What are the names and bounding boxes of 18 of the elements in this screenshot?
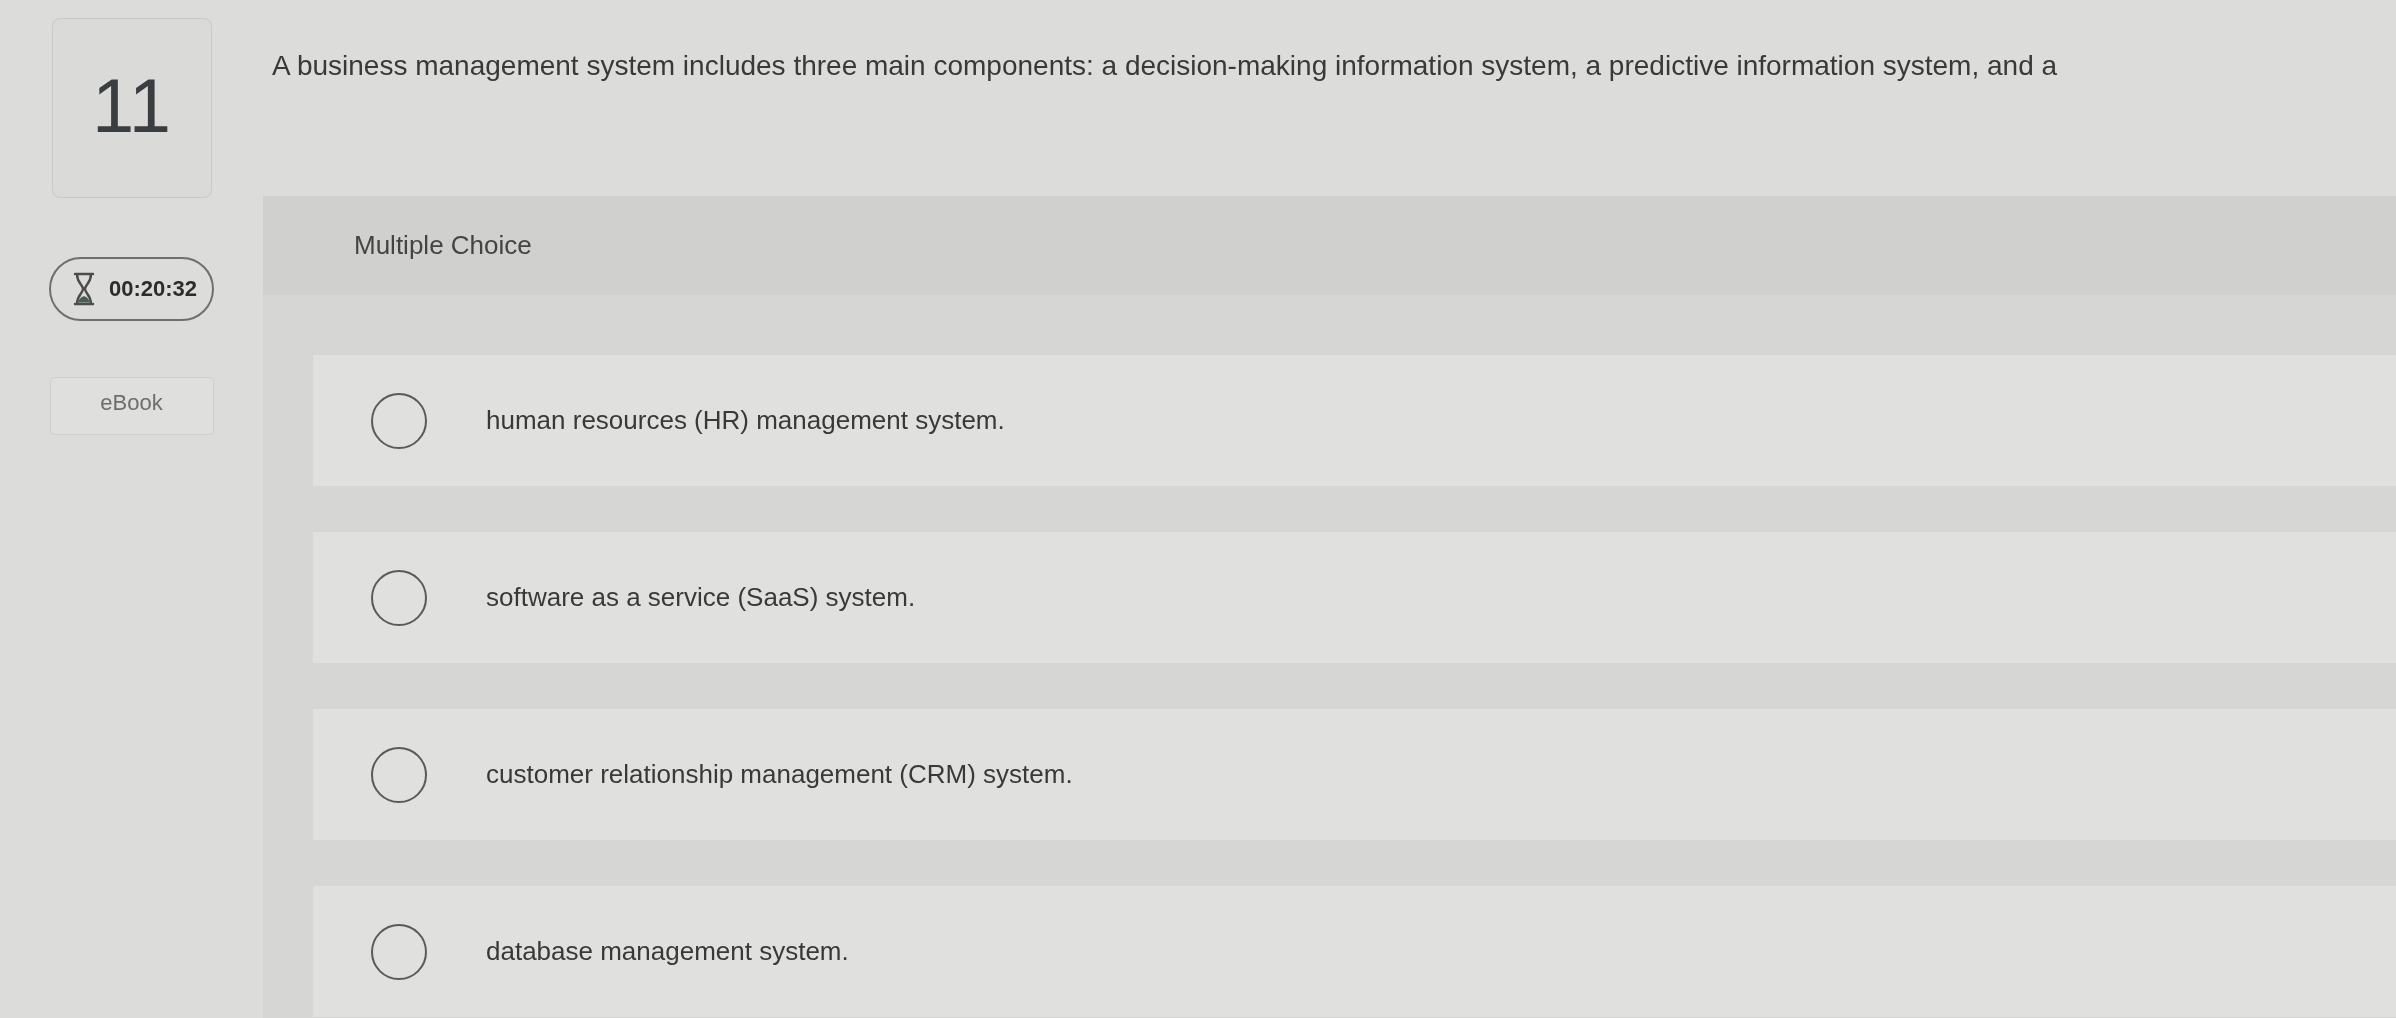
question-type-label: Multiple Choice	[354, 230, 532, 261]
question-text: A business management system includes three main components: a decision-making information system, a predictive information system, and a	[272, 49, 2058, 83]
ebook-button[interactable]: eBook	[49, 377, 214, 435]
option-row[interactable]: software as a service (SaaS) system.	[313, 532, 2396, 663]
timer-text: 00:20:32	[109, 276, 198, 302]
option-row[interactable]: database management system.	[313, 886, 2396, 1017]
radio-button[interactable]	[371, 392, 427, 449]
option-label: software as a service (SaaS) system.	[486, 582, 916, 613]
radio-button[interactable]	[371, 746, 427, 803]
question-number: 11	[51, 18, 212, 198]
option-row[interactable]: human resources (HR) management system.	[313, 355, 2396, 486]
radio-button[interactable]	[371, 569, 427, 626]
option-label: human resources (HR) management system.	[486, 405, 1005, 436]
option-label: database management system.	[486, 936, 849, 967]
hourglass-icon	[73, 272, 95, 306]
option-label: customer relationship management (CRM) system.	[486, 759, 1073, 790]
radio-button[interactable]	[371, 923, 427, 980]
option-row[interactable]: customer relationship management (CRM) system.	[313, 709, 2396, 840]
